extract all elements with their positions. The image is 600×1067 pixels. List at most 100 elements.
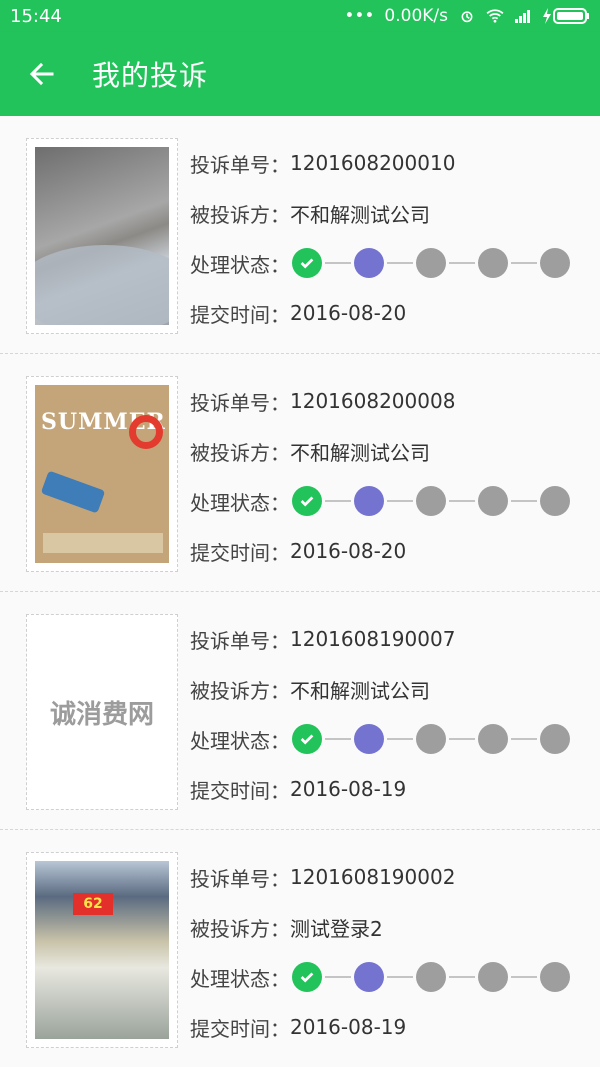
- step-done-check-icon: [292, 486, 322, 516]
- app-bar: 我的投诉: [0, 32, 600, 116]
- target-label: 被投诉方：: [190, 202, 290, 227]
- step-connector: [449, 500, 475, 502]
- more-dots-icon: •••: [344, 6, 375, 26]
- target-row: 被投诉方： 不和解测试公司: [190, 426, 600, 476]
- status-right: ••• 0.00K/s: [344, 6, 590, 26]
- complaint-item[interactable]: SUMMER 投诉单号： 1201608200008 被投诉方： 不和解测试公司 处…: [0, 354, 600, 592]
- step-connector: [387, 500, 413, 502]
- complaint-item[interactable]: 投诉单号： 1201608200010 被投诉方： 不和解测试公司 处理状态： 提交…: [0, 116, 600, 354]
- step-connector: [325, 262, 351, 264]
- page-title: 我的投诉: [92, 59, 209, 92]
- time-row: 提交时间： 2016-08-19: [190, 764, 600, 814]
- order-no-value: 1201608190002: [290, 865, 456, 889]
- status-row: 处理状态：: [190, 714, 600, 764]
- time-label: 提交时间：: [190, 540, 290, 565]
- order-no-row: 投诉单号： 1201608190007: [190, 614, 600, 664]
- price-sign: 62: [73, 893, 113, 915]
- order-no-label: 投诉单号：: [190, 628, 290, 653]
- order-no-row: 投诉单号： 1201608200008: [190, 376, 600, 426]
- step-connector: [511, 976, 537, 978]
- complaint-thumbnail[interactable]: 62: [26, 852, 178, 1048]
- target-label: 被投诉方：: [190, 916, 290, 941]
- target-value: 不和解测试公司: [290, 440, 430, 465]
- step-connector: [511, 500, 537, 502]
- order-no-label: 投诉单号：: [190, 866, 290, 891]
- time-value: 2016-08-20: [290, 539, 407, 563]
- step-pending: [540, 486, 570, 516]
- status-steps: [292, 486, 570, 516]
- network-speed: 0.00K/s: [384, 6, 448, 26]
- order-no-value: 1201608200010: [290, 151, 456, 175]
- time-row: 提交时间： 2016-08-19: [190, 1002, 600, 1052]
- target-label: 被投诉方：: [190, 678, 290, 703]
- life-ring-icon: [129, 415, 163, 449]
- photo-thumbnail: 62: [35, 861, 169, 1039]
- poster-thumbnail: SUMMER: [35, 385, 169, 563]
- time-label: 提交时间：: [190, 302, 290, 327]
- order-no-label: 投诉单号：: [190, 152, 290, 177]
- step-done-check-icon: [292, 962, 322, 992]
- order-no-value: 1201608200008: [290, 389, 456, 413]
- time-label: 提交时间：: [190, 778, 290, 803]
- time-value: 2016-08-19: [290, 1015, 407, 1039]
- complaint-thumbnail[interactable]: [26, 138, 178, 334]
- arrow-left-icon: [29, 62, 54, 86]
- step-connector: [387, 262, 413, 264]
- time-row: 提交时间： 2016-08-20: [190, 288, 600, 338]
- step-done-check-icon: [292, 724, 322, 754]
- status-steps: [292, 724, 570, 754]
- step-pending: [478, 248, 508, 278]
- step-connector: [449, 976, 475, 978]
- step-connector: [511, 262, 537, 264]
- time-row: 提交时间： 2016-08-20: [190, 526, 600, 576]
- step-pending: [416, 724, 446, 754]
- order-no-label: 投诉单号：: [190, 390, 290, 415]
- target-row: 被投诉方： 测试登录2: [190, 902, 600, 952]
- status-steps: [292, 248, 570, 278]
- step-active: [354, 724, 384, 754]
- complaint-item[interactable]: 诚消费网 投诉单号： 1201608190007 被投诉方： 不和解测试公司 处理状…: [0, 592, 600, 830]
- placeholder-thumbnail: 诚消费网: [35, 623, 169, 801]
- step-pending: [416, 486, 446, 516]
- complaint-thumbnail[interactable]: SUMMER: [26, 376, 178, 572]
- step-pending: [478, 724, 508, 754]
- step-connector: [325, 738, 351, 740]
- complaint-item[interactable]: 62 投诉单号：1201608190002 被投诉方：测试登录2 处理状态：: [0, 830, 600, 1067]
- status-row: 处理状态：: [190, 476, 600, 526]
- boat-icon: [40, 470, 106, 514]
- order-no-row: 投诉单号： 1201608190002: [190, 852, 600, 902]
- complaint-info: 投诉单号： 1201608190007 被投诉方： 不和解测试公司 处理状态： 提交…: [190, 614, 600, 829]
- complaint-info: 投诉单号： 1201608200010 被投诉方： 不和解测试公司 处理状态： 提交…: [190, 138, 600, 353]
- poster-band: [43, 533, 163, 553]
- step-active: [354, 248, 384, 278]
- complaint-thumbnail[interactable]: 诚消费网: [26, 614, 178, 810]
- alarm-icon: [461, 11, 473, 23]
- placeholder-logo: 诚消费网: [49, 699, 154, 730]
- complaint-info: 投诉单号： 1201608190002 被投诉方： 测试登录2 处理状态： 提交时间…: [190, 852, 600, 1067]
- step-connector: [511, 738, 537, 740]
- battery-charging-icon: [543, 8, 589, 24]
- step-pending: [416, 248, 446, 278]
- complaint-list: 投诉单号： 1201608200010 被投诉方： 不和解测试公司 处理状态： 提交…: [0, 116, 600, 1067]
- step-connector: [387, 976, 413, 978]
- step-connector: [325, 500, 351, 502]
- status-bar: 15:44 ••• 0.00K/s: [0, 0, 600, 32]
- step-done-check-icon: [292, 248, 322, 278]
- step-pending: [540, 724, 570, 754]
- step-connector: [325, 976, 351, 978]
- target-row: 被投诉方： 不和解测试公司: [190, 188, 600, 238]
- target-value: 不和解测试公司: [290, 678, 430, 703]
- step-connector: [387, 738, 413, 740]
- step-pending: [540, 962, 570, 992]
- back-button[interactable]: [26, 58, 58, 90]
- status-time: 15:44: [10, 5, 62, 27]
- signal-icon: [515, 10, 530, 23]
- target-value: 测试登录2: [290, 916, 383, 941]
- complaint-info: 投诉单号： 1201608200008 被投诉方： 不和解测试公司 处理状态： 提交…: [190, 376, 600, 591]
- wifi-icon: [486, 9, 504, 23]
- order-no-row: 投诉单号： 1201608200010: [190, 138, 600, 188]
- target-label: 被投诉方：: [190, 440, 290, 465]
- status-label: 处理状态：: [190, 252, 290, 277]
- target-row: 被投诉方： 不和解测试公司: [190, 664, 600, 714]
- step-pending: [416, 962, 446, 992]
